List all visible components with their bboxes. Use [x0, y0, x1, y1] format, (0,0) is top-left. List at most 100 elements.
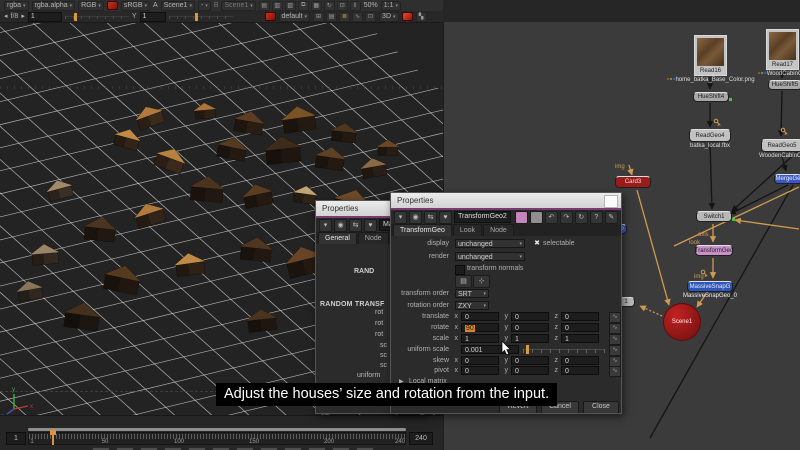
- uniform-scale-slider[interactable]: [523, 345, 605, 354]
- house[interactable]: [29, 243, 61, 266]
- gain-input[interactable]: 1: [28, 12, 62, 22]
- translate-y-field[interactable]: 0: [511, 312, 549, 321]
- node-readgeo5[interactable]: ReadGeo5: [761, 139, 800, 152]
- pivot-x-field[interactable]: 0: [461, 366, 499, 375]
- house[interactable]: [101, 262, 144, 296]
- redo-icon[interactable]: ↷: [560, 211, 573, 224]
- collapse-icon[interactable]: ▾: [319, 219, 332, 232]
- scale-y-field[interactable]: 1: [511, 334, 549, 343]
- node-name-field[interactable]: TransformGeo2: [454, 211, 511, 223]
- node-hueshift4[interactable]: HueShift4: [693, 92, 729, 102]
- translate-anim-icon[interactable]: ∿: [609, 312, 621, 323]
- house[interactable]: [240, 181, 276, 209]
- edit-icon[interactable]: ✎: [605, 211, 618, 224]
- help-icon[interactable]: ?: [590, 211, 603, 224]
- downrez-icon[interactable]: ⊞: [313, 12, 324, 22]
- house[interactable]: [313, 145, 348, 171]
- timeline-start-frame[interactable]: 1: [6, 432, 26, 445]
- center-icon[interactable]: ◉: [409, 211, 422, 224]
- stack-icon[interactable]: ▥: [272, 1, 283, 11]
- pivot-anim-icon[interactable]: ∿: [609, 366, 621, 377]
- pause-icon[interactable]: ‖: [350, 1, 361, 11]
- input-a-dropdown[interactable]: Scene1▾: [161, 1, 195, 11]
- annotate-pen-icon[interactable]: [402, 12, 413, 21]
- pivot-y-field[interactable]: 0: [511, 366, 549, 375]
- house[interactable]: [152, 143, 190, 175]
- rotate-anim-icon[interactable]: ∿: [609, 323, 621, 334]
- display-dropdown[interactable]: unchanged▾: [455, 239, 525, 248]
- scale-x-field[interactable]: 1: [461, 334, 499, 343]
- house[interactable]: [376, 140, 400, 156]
- layers-icon[interactable]: ≣: [339, 12, 350, 22]
- rotate-y-field[interactable]: 0: [511, 323, 549, 332]
- scale-anim-icon[interactable]: ∿: [609, 334, 621, 345]
- scale-z-field[interactable]: 1: [561, 334, 599, 343]
- viewer-lut-dropdown[interactable]: default▾: [279, 12, 311, 22]
- properties-panel-transformgeo[interactable]: Properties ▾◉⇆♥ TransformGeo2 ↶↷↻?✎× Tra…: [390, 192, 622, 414]
- pivot-z-field[interactable]: 0: [561, 366, 599, 375]
- node-massivesnapgeo[interactable]: MassiveSnapG: [687, 281, 733, 292]
- curves-icon[interactable]: ♥: [364, 219, 377, 232]
- channel-red-icon[interactable]: [107, 1, 118, 10]
- curves-icon[interactable]: ♥: [439, 211, 452, 224]
- color-swatch[interactable]: [515, 211, 528, 224]
- house[interactable]: [14, 279, 45, 302]
- gain-slider[interactable]: [65, 13, 129, 21]
- colorspace-dropdown[interactable]: sRGB▾: [121, 1, 150, 11]
- view-mode-dropdown[interactable]: 3D▾: [379, 12, 398, 22]
- input-b-dropdown[interactable]: Scene1▾: [221, 1, 255, 11]
- viewer-settings-icon[interactable]: ▚: [416, 12, 427, 22]
- house[interactable]: [238, 235, 274, 262]
- node-hueshift5[interactable]: HueShift5: [768, 80, 800, 90]
- house[interactable]: [192, 102, 217, 120]
- node-card3[interactable]: Card3: [615, 176, 651, 188]
- gamma-input[interactable]: 1: [140, 12, 166, 22]
- revert-icon[interactable]: ↻: [575, 211, 588, 224]
- stack-icon[interactable]: ▤: [326, 12, 337, 22]
- timeline-scrollbar[interactable]: [28, 428, 406, 431]
- gain-reset-icon[interactable]: [265, 12, 276, 21]
- tab-look[interactable]: Look: [453, 224, 482, 236]
- file-browse-button[interactable]: ▤: [455, 275, 472, 288]
- translate-x-field[interactable]: 0: [461, 312, 499, 321]
- house[interactable]: [62, 300, 103, 332]
- house[interactable]: [188, 175, 226, 203]
- refresh-icon[interactable]: ↻: [324, 1, 335, 11]
- rotate-z-field[interactable]: 0: [561, 323, 599, 332]
- proxy-ratio-dropdown[interactable]: 1:1▾: [381, 1, 401, 11]
- render-dropdown[interactable]: unchanged▾: [455, 252, 525, 261]
- skew-z-field[interactable]: 0: [561, 356, 599, 365]
- node-scene1[interactable]: Scene1: [663, 303, 701, 341]
- node-readgeo4[interactable]: ReadGeo4: [689, 129, 731, 142]
- skew-y-field[interactable]: 0: [511, 356, 549, 365]
- house[interactable]: [279, 104, 318, 134]
- frame-icon[interactable]: ⊡: [365, 12, 376, 22]
- timeline-ruler[interactable]: 150100150200240: [28, 432, 406, 445]
- node-switch1[interactable]: Switch1: [696, 211, 732, 222]
- skew-x-field[interactable]: 0: [461, 356, 499, 365]
- link-icon[interactable]: ⇆: [424, 211, 437, 224]
- channel-dropdown[interactable]: rgba▾: [4, 1, 29, 11]
- alpha-dropdown[interactable]: rgba.alpha▾: [32, 1, 76, 11]
- rotation-order-dropdown[interactable]: ZXY▾: [455, 301, 489, 310]
- timeline-end-frame[interactable]: 240: [409, 432, 433, 445]
- display-channels-dropdown[interactable]: RGB▾: [78, 1, 104, 11]
- transform-order-dropdown[interactable]: SRT▾: [455, 289, 489, 298]
- panel-float-button[interactable]: [604, 195, 618, 208]
- rotate-x-field[interactable]: 90: [461, 323, 499, 332]
- house[interactable]: [44, 177, 76, 203]
- house[interactable]: [172, 251, 207, 277]
- node-read16[interactable]: Read16: [694, 35, 727, 76]
- wipe-icon[interactable]: ▤: [259, 1, 270, 11]
- house[interactable]: [131, 199, 168, 230]
- gamma-slider[interactable]: [169, 13, 233, 21]
- collapse-icon[interactable]: ▾: [394, 211, 407, 224]
- node-transformgeo1[interactable]: TransformGeo: [695, 245, 733, 256]
- wipe-mode-dropdown[interactable]: -▾: [198, 1, 211, 11]
- house[interactable]: [245, 307, 279, 332]
- translate-z-field[interactable]: 0: [561, 312, 599, 321]
- node-read17[interactable]: Read17: [766, 29, 799, 70]
- close-icon[interactable]: ×: [620, 211, 622, 224]
- mirror-icon[interactable]: ⧉: [298, 1, 309, 11]
- tab-general[interactable]: General: [318, 232, 357, 244]
